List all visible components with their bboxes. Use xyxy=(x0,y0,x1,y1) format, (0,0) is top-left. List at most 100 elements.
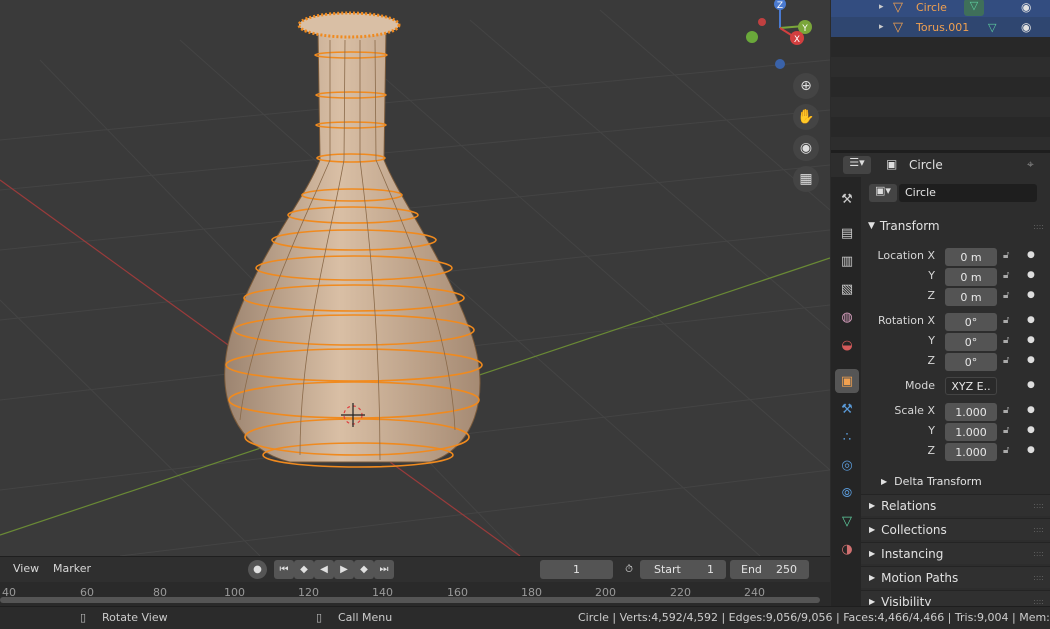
timeline-menu-marker[interactable]: Marker xyxy=(53,562,91,575)
jump-end-icon[interactable]: ⏭ xyxy=(374,560,394,579)
tool-tab-icon[interactable]: ⚒ xyxy=(835,187,859,211)
outliner-item-label[interactable]: Circle xyxy=(916,1,947,14)
context-object-name: Circle xyxy=(909,158,943,172)
drag-handle-icon[interactable]: :::: xyxy=(1033,222,1044,231)
pan-hand-icon[interactable]: ✋ xyxy=(793,104,819,130)
lock-icon[interactable]: 🔓︎ xyxy=(1003,425,1009,436)
lock-icon[interactable]: 🔓︎ xyxy=(1003,315,1009,326)
particles-tab-icon[interactable]: ∴ xyxy=(835,425,859,449)
lock-icon[interactable]: 🔓︎ xyxy=(1003,405,1009,416)
object-datablock-icon[interactable]: ▣▾ xyxy=(869,184,897,202)
eye-icon[interactable]: ◉ xyxy=(1021,0,1031,14)
pin-icon[interactable]: ⌖ xyxy=(1027,157,1034,172)
motion-paths-panel-header[interactable]: ▶ Motion Paths :::: xyxy=(861,566,1050,588)
mesh-object-icon: ▽ xyxy=(893,0,903,15)
end-frame-field[interactable]: End 250 xyxy=(730,560,809,579)
keyframe-dot-icon[interactable]: ● xyxy=(1027,425,1035,435)
ortho-grid-icon[interactable]: ▦ xyxy=(793,166,819,192)
object-name-field[interactable]: Circle xyxy=(899,184,1037,202)
lock-icon[interactable]: 🔓︎ xyxy=(1003,250,1009,261)
keyframe-dot-icon[interactable]: ● xyxy=(1027,335,1035,345)
next-keyframe-icon[interactable]: ◆ xyxy=(354,560,374,579)
lock-icon[interactable]: 🔓︎ xyxy=(1003,335,1009,346)
camera-view-icon[interactable]: ◉ xyxy=(793,135,819,161)
current-frame-field[interactable]: 1 xyxy=(540,560,613,579)
editor-type-icon[interactable]: ☰▾ xyxy=(843,156,871,174)
outliner-row-torus[interactable]: ▸ ▽ Torus.001 ▽ ◉ xyxy=(831,17,1050,37)
zoom-icon[interactable]: ⊕ xyxy=(793,73,819,99)
record-icon[interactable]: ● xyxy=(248,560,267,579)
outliner-item-label[interactable]: Torus.001 xyxy=(916,21,969,34)
mesh-data-icon[interactable]: ▽ xyxy=(988,21,996,34)
location-x-field[interactable]: 0 m xyxy=(945,248,997,266)
mesh-data-icon[interactable]: ▽ xyxy=(964,0,984,16)
instancing-panel-header[interactable]: ▶ Instancing :::: xyxy=(861,542,1050,564)
navigation-gizmo[interactable]: Z Y X xyxy=(740,0,820,70)
output-tab-icon[interactable]: ▥ xyxy=(835,249,859,273)
jump-start-icon[interactable]: ⏮ xyxy=(274,560,294,579)
timeline-editor[interactable]: View Marker ● ⏮ ◆ ◀ ▶ ◆ ⏭ 1 ⏱ Start 1 En… xyxy=(0,556,830,607)
material-tab-icon[interactable]: ◑ xyxy=(835,537,859,561)
status-bar: ▯ Rotate View ▯ Call Menu Circle | Verts… xyxy=(0,606,1050,629)
drag-handle-icon[interactable]: :::: xyxy=(1033,525,1044,534)
expand-arrow-icon[interactable]: ▸ xyxy=(879,22,884,32)
rotation-y-field[interactable]: 0° xyxy=(945,333,997,351)
drag-handle-icon[interactable]: :::: xyxy=(1033,549,1044,558)
drag-handle-icon[interactable]: :::: xyxy=(1033,573,1044,582)
scale-y-field[interactable]: 1.000 xyxy=(945,423,997,441)
keyframe-dot-icon[interactable]: ● xyxy=(1027,250,1035,260)
transform-panel-header[interactable]: ▼ Transform :::: xyxy=(861,215,1050,237)
expand-arrow-icon[interactable]: ▸ xyxy=(879,2,884,12)
physics-tab-icon[interactable]: ◎ xyxy=(835,453,859,477)
prev-keyframe-icon[interactable]: ◆ xyxy=(294,560,314,579)
location-y-field[interactable]: 0 m xyxy=(945,268,997,286)
lock-icon[interactable]: 🔓︎ xyxy=(1003,355,1009,366)
expand-arrow-icon: ▶ xyxy=(869,549,876,558)
rotation-x-field[interactable]: 0° xyxy=(945,313,997,331)
rotation-z-field[interactable]: 0° xyxy=(945,353,997,371)
keyframe-dot-icon[interactable]: ● xyxy=(1027,445,1035,455)
keyframe-dot-icon[interactable]: ● xyxy=(1027,355,1035,365)
drag-handle-icon[interactable]: :::: xyxy=(1033,501,1044,510)
expand-arrow-icon: ▶ xyxy=(881,476,888,486)
keyframe-dot-icon[interactable]: ● xyxy=(1027,270,1035,280)
timeline-scrollbar[interactable] xyxy=(0,597,820,603)
lock-icon[interactable]: 🔓︎ xyxy=(1003,290,1009,301)
scene-tab-icon[interactable]: ◍ xyxy=(835,305,859,329)
3d-viewport[interactable]: Z Y X ⊕ ✋ ◉ ▦ xyxy=(0,0,830,556)
outliner-empty-row xyxy=(831,57,1050,77)
keyframe-dot-icon[interactable]: ● xyxy=(1027,380,1035,390)
play-icon[interactable]: ▶ xyxy=(334,560,354,579)
constraints-tab-icon[interactable]: ⦾ xyxy=(835,481,859,505)
scale-z-field[interactable]: 1.000 xyxy=(945,443,997,461)
timeline-menu-view[interactable]: View xyxy=(13,562,39,575)
scale-x-field[interactable]: 1.000 xyxy=(945,403,997,421)
lock-icon[interactable]: 🔓︎ xyxy=(1003,270,1009,281)
mesh-data-tab-icon[interactable]: ▽ xyxy=(835,509,859,533)
eye-icon[interactable]: ◉ xyxy=(1021,20,1031,34)
world-tab-icon[interactable]: ◒ xyxy=(835,333,859,357)
delta-transform-subpanel[interactable]: ▶ Delta Transform xyxy=(861,470,1050,492)
object-tab-icon[interactable]: ▣ xyxy=(835,369,859,393)
keyframe-dot-icon[interactable]: ● xyxy=(1027,315,1035,325)
lock-icon[interactable]: 🔓︎ xyxy=(1003,445,1009,456)
properties-editor[interactable]: ☰▾ ▣ Circle ⌖ ⚒ ▤ ▥ ▧ ◍ ◒ ▣ ⚒ ∴ ◎ ⦾ ▽ ◑ … xyxy=(831,150,1050,609)
scene-canvas[interactable] xyxy=(0,0,830,556)
relations-panel-header[interactable]: ▶ Relations :::: xyxy=(861,494,1050,516)
rotation-mode-dropdown[interactable]: XYZ E.. xyxy=(945,377,997,395)
stopwatch-icon[interactable]: ⏱ xyxy=(620,560,638,579)
keyframe-dot-icon[interactable]: ● xyxy=(1027,290,1035,300)
location-z-field[interactable]: 0 m xyxy=(945,288,997,306)
keyframe-dot-icon[interactable]: ● xyxy=(1027,405,1035,415)
outliner[interactable]: ▸ ▽ Circle ▽ ◉ ▸ ▽ Torus.001 ▽ ◉ xyxy=(831,0,1050,150)
drag-handle-icon[interactable]: :::: xyxy=(1033,597,1044,606)
render-tab-icon[interactable]: ▤ xyxy=(835,221,859,245)
modifier-tab-icon[interactable]: ⚒ xyxy=(835,397,859,421)
start-frame-field[interactable]: Start 1 xyxy=(640,560,726,579)
play-reverse-icon[interactable]: ◀ xyxy=(314,560,334,579)
timeline-ruler[interactable]: 40 60 80 100 120 140 160 180 200 220 240 xyxy=(0,582,830,607)
outliner-row-circle[interactable]: ▸ ▽ Circle ▽ ◉ xyxy=(831,0,1050,17)
collections-panel-header[interactable]: ▶ Collections :::: xyxy=(861,518,1050,540)
location-y-label: Y xyxy=(928,269,935,282)
view-layer-tab-icon[interactable]: ▧ xyxy=(835,277,859,301)
